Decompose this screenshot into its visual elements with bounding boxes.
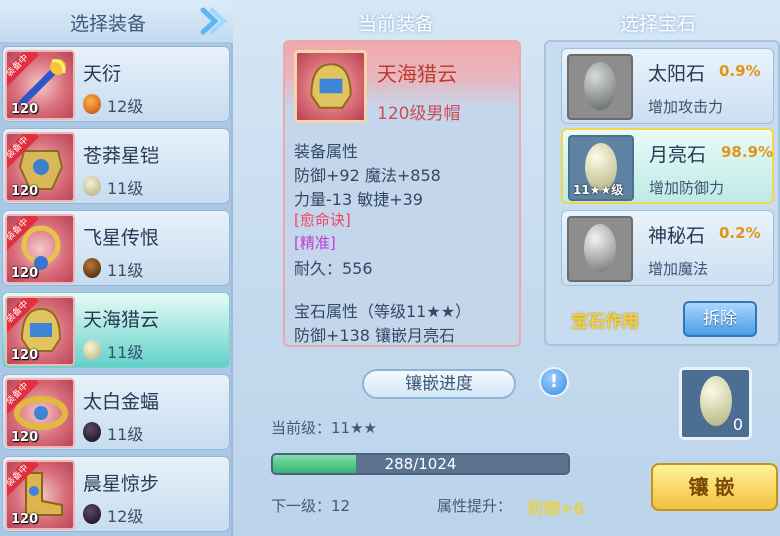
- gem-option-sun[interactable]: 太阳石 0.9% 增加攻击力: [561, 48, 774, 124]
- gem-attribute-header: 宝石属性（等级11★★）: [294, 302, 472, 321]
- equipment-icon-level: 120: [11, 184, 39, 199]
- current-equipment-title: 当前装备: [358, 13, 435, 35]
- equipment-name: 飞星传恨: [83, 227, 160, 249]
- gem-icon: [83, 94, 101, 114]
- equipment-icon-level: 120: [11, 102, 39, 117]
- gem-icon: [83, 504, 101, 524]
- inlay-progress-bar: 288/1024: [271, 453, 570, 475]
- remove-button[interactable]: 拆除: [683, 301, 757, 337]
- equipment-item-4[interactable]: 装备中 120 天海猎云 11级: [2, 292, 230, 368]
- attribute-line-2: 力量-13 敏捷+39: [294, 190, 423, 209]
- gem-icon: [83, 340, 101, 360]
- inlay-progress-title: 镶嵌进度: [362, 369, 516, 399]
- sun-stone-icon: [567, 54, 633, 120]
- equipment-title: 天海猎云: [377, 62, 457, 86]
- equipment-name: 天衍: [83, 63, 122, 85]
- equipment-list-panel: 选择装备 装备中 120 天衍 12级 装备中 120 苍莽星铠 11级 装备中…: [0, 0, 233, 536]
- gem-slot[interactable]: 0: [679, 367, 752, 440]
- gem-name: 太阳石: [648, 63, 706, 85]
- next-level-text: 下一级：12: [271, 497, 351, 515]
- equipment-icon: 装备中 120: [5, 214, 75, 284]
- equipment-name: 晨星惊步: [83, 473, 160, 495]
- attribute-line-1: 防御+92 魔法+858: [294, 166, 441, 185]
- equipment-list-title: 选择装备: [70, 13, 147, 35]
- boost-label: 属性提升：: [437, 497, 513, 515]
- equipment-icon-level: 120: [11, 512, 39, 527]
- equipment-item-3[interactable]: 装备中 120 飞星传恨 11级: [2, 210, 230, 286]
- gem-name: 神秘石: [648, 225, 706, 247]
- progress-text: 288/1024: [384, 455, 457, 473]
- gem-name: 月亮石: [649, 144, 707, 166]
- moon-stone-icon: [700, 376, 732, 426]
- gem-icon: [83, 176, 101, 196]
- mystery-stone-icon: [567, 216, 633, 282]
- equipment-gem-level: 12级: [107, 97, 144, 116]
- inlay-button[interactable]: 镶嵌: [651, 463, 778, 511]
- gem-rate: 98.9%: [721, 143, 774, 161]
- equipment-icon: 装备中 120: [5, 50, 75, 120]
- gem-option-moon[interactable]: 11★★级 月亮石 98.9% 增加防御力: [561, 128, 774, 204]
- help-icon[interactable]: !: [539, 367, 569, 397]
- select-gem-title: 选择宝石: [620, 13, 697, 35]
- gem-description: 增加魔法: [648, 260, 709, 278]
- equipment-item-5[interactable]: 装备中 120 太白金蝠 11级: [2, 374, 230, 450]
- collapse-arrow-icon[interactable]: [199, 4, 227, 38]
- equipment-item-6[interactable]: 装备中 120 晨星惊步 12级: [2, 456, 230, 532]
- equipment-item-2[interactable]: 装备中 120 苍莽星铠 11级: [2, 128, 230, 204]
- gem-icon: [83, 422, 101, 442]
- current-equipment-card: 天海猎云 120级男帽 装备属性 防御+92 魔法+858 力量-13 敏捷+3…: [283, 40, 521, 347]
- helmet-icon: [294, 50, 367, 123]
- equipment-list-header: 选择装备: [0, 0, 233, 44]
- equipment-gem-level: 12级: [107, 507, 144, 526]
- gem-slot-count: 0: [732, 415, 743, 434]
- equipment-icon-level: 120: [11, 348, 39, 363]
- equipment-gem-level: 11级: [107, 343, 144, 362]
- durability-text: 耐久：556: [294, 259, 373, 278]
- equipment-icon-level: 120: [11, 266, 39, 281]
- equipment-icon-level: 120: [11, 430, 39, 445]
- gem-icon-level: 11★★级: [573, 183, 624, 197]
- gem-icon: [83, 258, 101, 278]
- special-skill-1: [愈命诀]: [294, 211, 351, 229]
- equipment-gem-level: 11级: [107, 261, 144, 280]
- boost-value: 防御+6: [528, 499, 585, 518]
- equipment-icon: 装备中 120: [5, 378, 75, 448]
- gem-rate: 0.2%: [719, 224, 761, 242]
- special-skill-2: [精准]: [294, 234, 336, 252]
- equipment-icon: 装备中 120: [5, 132, 75, 202]
- equipment-icon: 装备中 120: [5, 296, 75, 366]
- equipment-icon: 装备中 120: [5, 460, 75, 530]
- gem-attribute-line: 防御+138 镶嵌月亮石: [294, 326, 456, 345]
- equipment-subtitle: 120级男帽: [377, 104, 461, 124]
- gem-option-mystery[interactable]: 神秘石 0.2% 增加魔法: [561, 210, 774, 286]
- gem-rate: 0.9%: [719, 62, 761, 80]
- equipment-name: 天海猎云: [83, 309, 160, 331]
- equipment-item-1[interactable]: 装备中 120 天衍 12级: [2, 46, 230, 122]
- current-level-text: 当前级：11★★: [271, 419, 377, 437]
- gem-description: 增加防御力: [649, 179, 725, 197]
- equipment-gem-level: 11级: [107, 179, 144, 198]
- gem-inlay-window: 选择装备 装备中 120 天衍 12级 装备中 120 苍莽星铠 11级 装备中…: [0, 0, 780, 536]
- gem-description: 增加攻击力: [648, 98, 724, 116]
- equipment-name: 太白金蝠: [83, 391, 160, 413]
- moon-stone-icon: 11★★级: [568, 135, 634, 201]
- equipment-gem-level: 11级: [107, 425, 144, 444]
- attribute-header: 装备属性: [294, 142, 359, 161]
- equipment-name: 苍莽星铠: [83, 145, 160, 167]
- gem-function-link[interactable]: 宝石作用: [571, 307, 639, 332]
